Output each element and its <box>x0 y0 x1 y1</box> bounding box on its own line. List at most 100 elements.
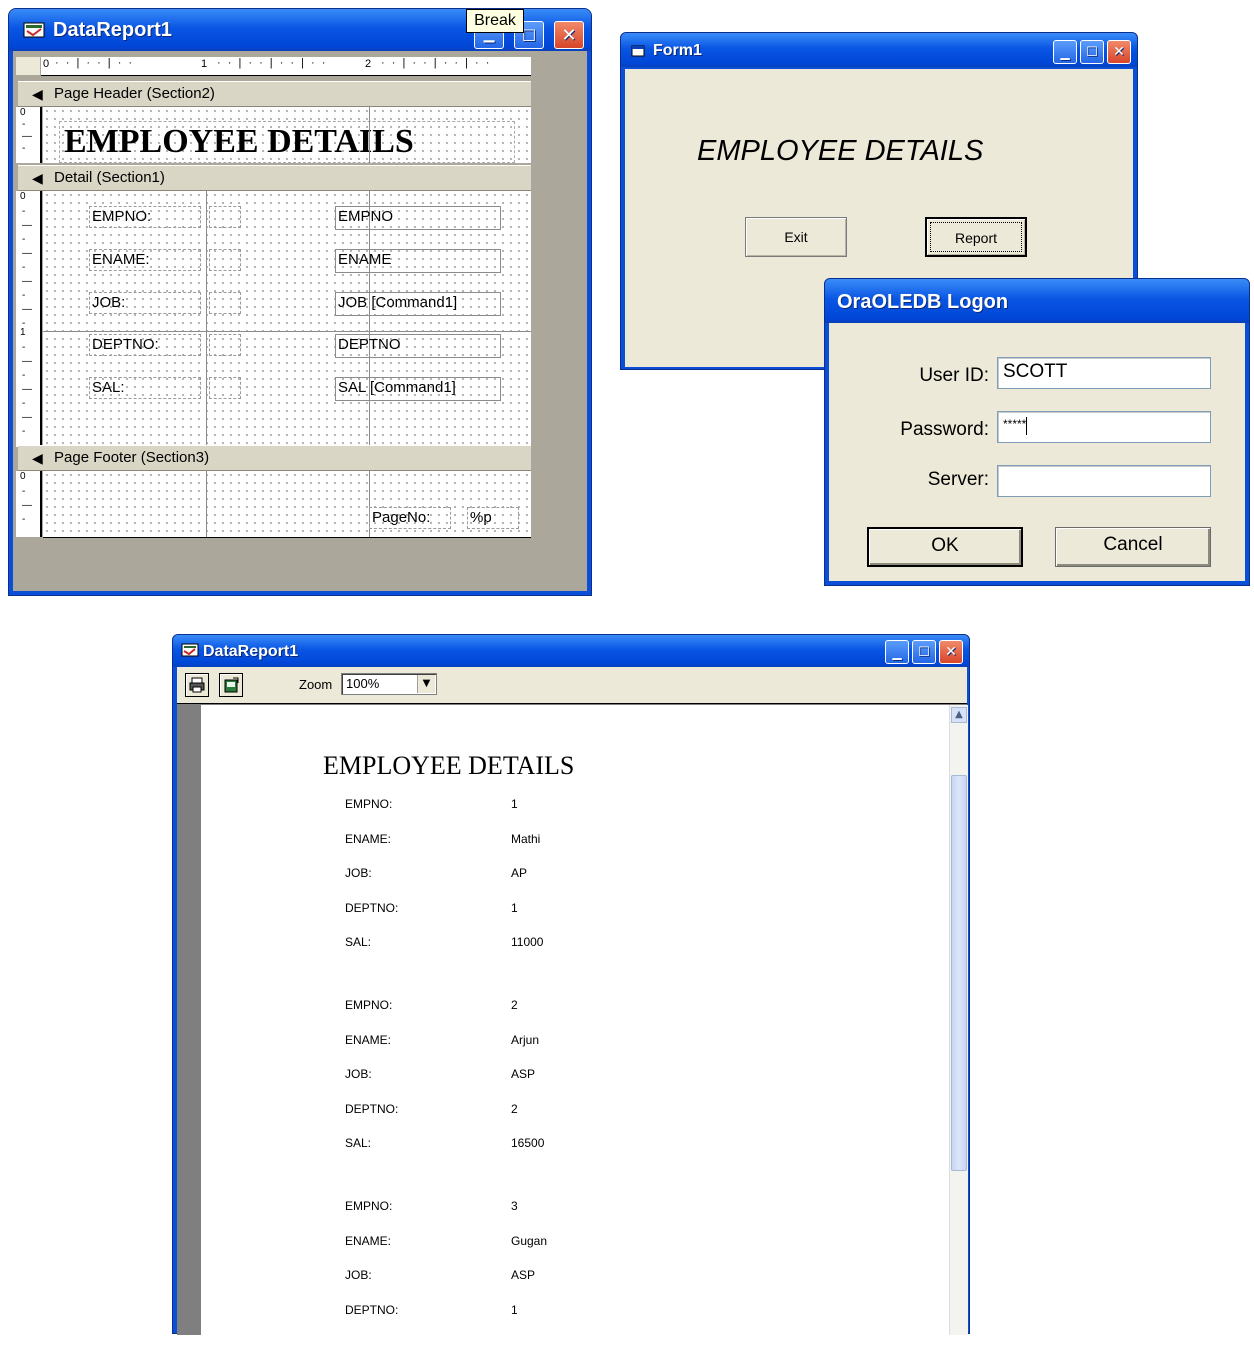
record-label: JOB: <box>345 866 372 880</box>
detail-label-empno[interactable]: EMPNO: <box>89 206 201 228</box>
break-tooltip: Break <box>466 9 524 33</box>
record-value: Gugan <box>511 1233 548 1248</box>
logon-titlebar[interactable]: OraOLEDB Logon <box>825 279 1249 323</box>
detail-label-job-box <box>209 292 241 314</box>
record-value: 1 <box>511 900 518 915</box>
detail-label-sal[interactable]: SAL: <box>89 377 201 399</box>
record-label: EMPNO: <box>345 1199 393 1213</box>
detail-label-deptno[interactable]: DEPTNO: <box>89 334 201 356</box>
designer-client: 0 · · | · · | · · 1 · · | · · | · · | · … <box>13 51 587 591</box>
export-icon <box>223 677 239 697</box>
record-label: EMPNO: <box>345 797 393 811</box>
userid-field[interactable]: SCOTT <box>997 357 1211 389</box>
footer-pageno-field[interactable]: %p <box>467 507 519 529</box>
record-value: 2 <box>511 998 518 1012</box>
report-button[interactable]: Report <box>925 217 1027 257</box>
detail-field-deptno[interactable]: DEPTNO <box>335 334 501 358</box>
ruler-mark-0: 0 <box>43 58 50 70</box>
maximize-button[interactable]: ☐ <box>1080 40 1104 64</box>
record-value: 11000 <box>511 935 544 949</box>
maximize-icon: ☐ <box>1086 44 1098 60</box>
scroll-thumb[interactable] <box>951 775 967 1171</box>
detail-label-deptno-box <box>209 334 241 356</box>
detail-label-ename[interactable]: ENAME: <box>89 249 201 271</box>
record-label: ENAME: <box>345 1032 392 1047</box>
grid-divider <box>206 191 207 447</box>
detail-label-ename-box <box>209 249 241 271</box>
section-page-footer-label: Page Footer (Section3) <box>54 449 210 466</box>
cancel-button[interactable]: Cancel <box>1055 527 1211 567</box>
collapse-arrow-icon: ◀ <box>32 170 43 186</box>
close-button[interactable]: ✕ <box>1107 40 1131 64</box>
footer-pageno-label[interactable]: PageNo: <box>369 507 451 529</box>
record-value: 3 <box>511 1199 518 1213</box>
detail-label-empno-box <box>209 206 241 228</box>
designer-window: DataReport1 ▁ ☐ ✕ Break 0 · · | · · | · … <box>8 8 592 596</box>
logon-dialog: OraOLEDB Logon User ID: SCOTT Password: … <box>824 278 1250 586</box>
ruler-mark-2: 2 <box>365 58 372 70</box>
record-label: ENAME: <box>345 831 392 846</box>
maximize-button[interactable]: ☐ <box>912 640 936 664</box>
section-page-header[interactable]: ◀ Page Header (Section2) <box>18 81 531 107</box>
grid-divider <box>369 107 370 163</box>
password-field[interactable]: ***** <box>997 411 1211 443</box>
vruler-ticks: - — - — - — - — - <box>22 206 32 329</box>
export-button[interactable] <box>219 673 243 697</box>
text-cursor <box>1026 416 1028 435</box>
header-title-label[interactable]: EMPLOYEE DETAILS <box>59 121 515 163</box>
detail-canvas[interactable]: EMPNO: EMPNO ENAME: ENAME JOB: JOB [Comm… <box>43 191 531 447</box>
report-page: EMPLOYEE DETAILS EMPNO: 1 ENAME: Mathi JOB: A… <box>201 705 949 1345</box>
userid-label: User ID: <box>919 365 989 386</box>
vruler-ticks: - — - <box>22 119 32 154</box>
detail-field-empno[interactable]: EMPNO <box>335 206 501 230</box>
print-button[interactable] <box>185 673 209 697</box>
record-label: JOB: <box>345 1268 372 1282</box>
logon-client: User ID: SCOTT Password: ***** Server: O… <box>829 323 1245 581</box>
vertical-scrollbar[interactable]: ▲ <box>949 705 968 1335</box>
server-field[interactable] <box>997 465 1211 497</box>
preview-toolbar: Zoom 100% ▼ <box>177 667 967 704</box>
detail-label-job[interactable]: JOB: <box>89 292 201 314</box>
record-value: 1 <box>511 1302 518 1317</box>
section-detail[interactable]: ◀ Detail (Section1) <box>18 165 531 191</box>
ruler-ticks: · · | · · | · · | · · <box>217 57 328 69</box>
header-title-text: EMPLOYEE DETAILS <box>64 123 414 160</box>
vruler-ticks: - — - <box>22 486 32 525</box>
section-page-header-label: Page Header (Section2) <box>54 85 215 102</box>
grid-divider <box>43 331 531 332</box>
preview-titlebar[interactable]: DataReport1 ▁ ☐ ✕ <box>173 635 969 667</box>
vruler-mark: 1 <box>20 327 26 338</box>
minimize-button[interactable]: ▁ <box>1053 40 1077 64</box>
form1-titlebar[interactable]: Form1 ▁ ☐ ✕ <box>621 33 1137 67</box>
close-button[interactable]: ✕ <box>554 21 584 49</box>
ruler-ticks: · · | · · | · · | · · <box>381 57 492 69</box>
close-button[interactable]: ✕ <box>939 640 963 664</box>
detail-field-job[interactable]: JOB [Command1] <box>335 292 501 316</box>
minimize-button[interactable]: ▁ <box>885 640 909 664</box>
password-mask: ***** <box>1003 417 1027 431</box>
record-label: SAL: <box>345 935 372 949</box>
detail-field-sal[interactable]: SAL [Command1] <box>335 377 501 401</box>
collapse-arrow-icon: ◀ <box>32 86 43 102</box>
detail-field-ename[interactable]: ENAME <box>335 249 501 273</box>
vruler-mark: 0 <box>20 107 26 118</box>
record-value: Arjun <box>511 1032 540 1047</box>
password-label: Password: <box>900 419 989 440</box>
preview-client: Zoom 100% ▼ EMPLOYEE DETAILS EMPNO: 1 ENAM… <box>177 667 968 1345</box>
section-detail-label: Detail (Section1) <box>54 169 165 186</box>
ok-button[interactable]: OK <box>867 527 1023 567</box>
record-value: 2 <box>511 1101 518 1116</box>
preview-window: DataReport1 ▁ ☐ ✕ Zoom 100% ▼ EMPLOYEE D… <box>172 634 970 1345</box>
logon-title: OraOLEDB Logon <box>837 291 1009 313</box>
page-footer-canvas[interactable]: PageNo: %p <box>43 471 531 538</box>
scroll-up-button[interactable]: ▲ <box>951 707 967 723</box>
close-icon: ✕ <box>561 24 577 46</box>
page-header-canvas[interactable]: EMPLOYEE DETAILS <box>43 107 531 163</box>
exit-button[interactable]: Exit <box>745 217 847 257</box>
minimize-icon: ▁ <box>892 646 902 660</box>
record-label: DEPTNO: <box>345 1302 399 1317</box>
zoom-dropdown-button[interactable]: ▼ <box>417 675 435 693</box>
record-label: DEPTNO: <box>345 1101 399 1116</box>
section-page-footer[interactable]: ◀ Page Footer (Section3) <box>18 445 531 471</box>
zoom-select[interactable]: 100% ▼ <box>341 673 437 695</box>
